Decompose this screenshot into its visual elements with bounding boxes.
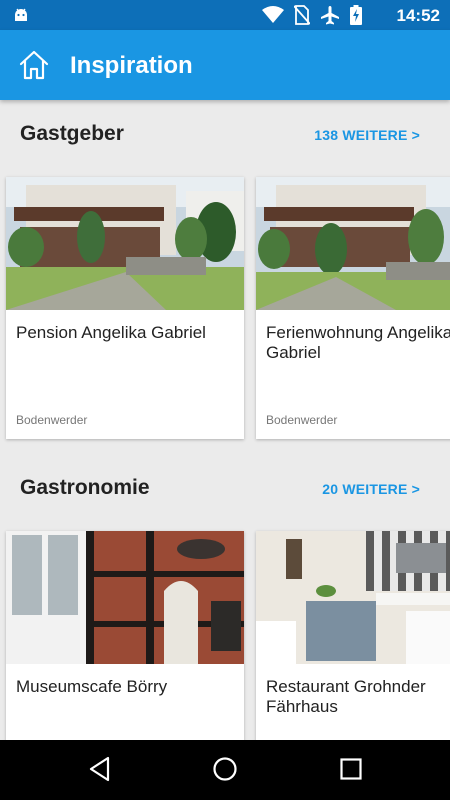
no-sim-icon (293, 5, 311, 30)
section-title: Gastronomie (20, 476, 150, 499)
home-icon[interactable] (18, 49, 50, 86)
content-scroll-area[interactable]: Gastgeber 138 WEITERE > Pension Angelika… (0, 100, 450, 740)
battery-charging-icon (350, 5, 362, 30)
section-gastgeber: Gastgeber 138 WEITERE > Pension Angelika… (0, 100, 450, 450)
card-title: Museumscafe Börry (16, 677, 168, 696)
card-title: Restaurant Grohnder Fährhaus (266, 677, 426, 716)
app-bar: Inspiration (0, 30, 450, 100)
card-item[interactable]: Museumscafe Börry (6, 531, 244, 740)
card-item[interactable]: Restaurant Grohnder Fährhaus (256, 531, 450, 740)
android-icon (12, 6, 30, 29)
back-icon[interactable] (88, 756, 112, 787)
section-gastronomie: Gastronomie 20 WEITERE > Museumscafe Bör… (0, 450, 450, 740)
card-item[interactable]: Ferienwohnung Angelika Gabriel Bodenwerd… (256, 177, 450, 439)
home-circle-icon[interactable] (212, 756, 238, 787)
card-title: Pension Angelika Gabriel (16, 323, 206, 342)
status-bar: 14:52 (0, 0, 450, 30)
card-item[interactable]: Pension Angelika Gabriel Bodenwerder (6, 177, 244, 439)
more-link[interactable]: 138 WEITERE > (314, 127, 420, 143)
card-location: Bodenwerder (266, 413, 338, 427)
page-title: Inspiration (70, 52, 193, 79)
section-title: Gastgeber (20, 122, 124, 145)
card-location: Bodenwerder (16, 413, 88, 427)
more-link[interactable]: 20 WEITERE > (322, 481, 420, 497)
recents-icon[interactable] (339, 756, 363, 787)
clock: 14:52 (396, 6, 440, 25)
card-photo (6, 531, 244, 664)
wifi-icon (262, 6, 284, 29)
navigation-bar (0, 740, 450, 800)
card-photo (6, 177, 244, 310)
card-title: Ferienwohnung Angelika Gabriel (266, 323, 450, 362)
card-photo (256, 177, 450, 310)
airplane-mode-icon (320, 5, 340, 30)
card-photo (256, 531, 450, 664)
